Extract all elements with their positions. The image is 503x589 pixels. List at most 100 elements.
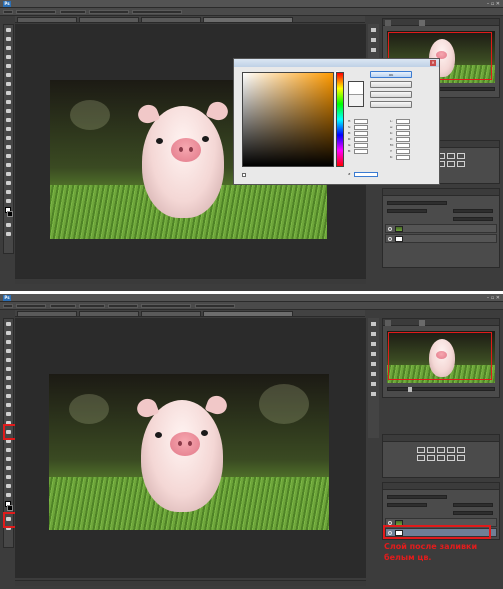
blur-tool-icon[interactable] — [4, 134, 13, 142]
character-icon[interactable] — [369, 360, 378, 368]
marquee-tool-icon[interactable] — [4, 329, 13, 337]
tool-preset-picker[interactable] — [3, 304, 13, 308]
color-libraries-button[interactable] — [370, 101, 412, 108]
hue-sat-icon[interactable] — [417, 455, 425, 461]
fill-field[interactable] — [453, 217, 493, 221]
color-field[interactable] — [242, 71, 340, 167]
info-icon[interactable] — [369, 340, 378, 348]
history-icon[interactable] — [369, 26, 378, 34]
exposure-icon[interactable] — [447, 153, 455, 159]
tab-histogram[interactable] — [385, 320, 391, 326]
eye-icon[interactable] — [388, 237, 392, 241]
stamp-tool-icon[interactable] — [4, 392, 13, 400]
vibrance-icon[interactable] — [457, 153, 465, 159]
ok-button[interactable]: OK — [370, 71, 412, 78]
zoom-tool-icon[interactable] — [4, 197, 13, 205]
tool-preset-picker[interactable] — [3, 10, 13, 14]
doc-tab[interactable] — [141, 17, 201, 23]
s-field[interactable] — [354, 125, 368, 130]
eyedropper-tool-icon[interactable] — [4, 365, 13, 373]
crop-tool-icon[interactable] — [4, 62, 13, 70]
blue-field[interactable] — [354, 149, 368, 154]
shape-tool-icon[interactable] — [4, 179, 13, 187]
window-controls[interactable]: – ▫ ✕ — [487, 1, 500, 7]
lasso-tool-icon[interactable] — [4, 44, 13, 52]
lasso-tool-icon[interactable] — [4, 338, 13, 346]
hue-slider[interactable] — [336, 72, 344, 167]
photo-filter-icon[interactable] — [447, 455, 455, 461]
clone-source-icon[interactable] — [369, 380, 378, 388]
sample-size-select[interactable] — [16, 10, 57, 14]
r-field[interactable] — [354, 137, 368, 142]
quick-mask-icon[interactable] — [4, 221, 13, 229]
hand-tool-icon[interactable] — [4, 482, 13, 490]
a-field[interactable] — [396, 125, 410, 130]
window-controls[interactable]: – ▫ ✕ — [487, 295, 500, 301]
doc-tab[interactable] — [17, 17, 77, 23]
tab-navigator[interactable] — [419, 20, 425, 26]
close-icon[interactable]: ✕ — [430, 60, 436, 66]
path-select-tool-icon[interactable] — [4, 464, 13, 472]
history-brush-tool-icon[interactable] — [4, 401, 13, 409]
add-to-swatches-button[interactable] — [370, 91, 412, 98]
brush-tool-icon[interactable] — [4, 383, 13, 391]
fill-field[interactable] — [453, 511, 493, 515]
healing-tool-icon[interactable] — [4, 374, 13, 382]
blend-mode-select[interactable] — [387, 209, 427, 213]
antialias-checkbox[interactable] — [141, 304, 192, 308]
dodge-tool-icon[interactable] — [4, 143, 13, 151]
screen-mode-icon[interactable] — [4, 230, 13, 238]
tab-histogram[interactable] — [385, 20, 391, 26]
doc-tab-active[interactable] — [203, 311, 293, 317]
doc-tab[interactable] — [17, 311, 77, 317]
h-field[interactable] — [354, 119, 368, 124]
history-icon[interactable] — [369, 320, 378, 328]
brush-tool-icon[interactable] — [4, 89, 13, 97]
notes-icon[interactable] — [369, 390, 378, 398]
eraser-tool-icon[interactable] — [4, 410, 13, 418]
type-tool-icon[interactable] — [4, 455, 13, 463]
actions-icon[interactable] — [369, 330, 378, 338]
bw-icon[interactable] — [437, 455, 445, 461]
curves-icon[interactable] — [437, 447, 445, 453]
crop-tool-icon[interactable] — [4, 356, 13, 364]
hand-tool-icon[interactable] — [4, 188, 13, 196]
brush-preset-icon[interactable] — [369, 350, 378, 358]
hex-field[interactable] — [354, 172, 378, 177]
brightness-icon[interactable] — [417, 447, 425, 453]
type-tool-icon[interactable] — [4, 161, 13, 169]
layer-filter[interactable] — [387, 201, 447, 205]
m-field[interactable] — [396, 143, 410, 148]
color-balance-icon[interactable] — [427, 455, 435, 461]
all-layers-checkbox[interactable] — [194, 304, 235, 308]
eyedropper-tool-icon[interactable] — [4, 71, 13, 79]
fill-source-select[interactable] — [16, 304, 47, 308]
exposure-icon[interactable] — [447, 447, 455, 453]
tab-navigator[interactable] — [419, 320, 425, 326]
l-field[interactable] — [396, 119, 410, 124]
doc-tab-active[interactable] — [203, 17, 293, 23]
paragraph-icon[interactable] — [369, 370, 378, 378]
pen-tool-icon[interactable] — [4, 446, 13, 454]
history-brush-tool-icon[interactable] — [4, 107, 13, 115]
info-icon[interactable] — [369, 46, 378, 54]
channel-mixer-icon[interactable] — [457, 161, 465, 167]
vibrance-icon[interactable] — [457, 447, 465, 453]
actions-icon[interactable] — [369, 36, 378, 44]
opacity-field[interactable] — [453, 503, 493, 507]
show-ring-checkbox[interactable] — [132, 10, 183, 14]
web-only-checkbox[interactable] — [242, 173, 248, 177]
sample-select[interactable] — [59, 10, 86, 14]
opacity-field[interactable] — [78, 304, 105, 308]
doc-tab[interactable] — [141, 311, 201, 317]
stamp-tool-icon[interactable] — [4, 98, 13, 106]
blend-mode-select[interactable] — [387, 503, 427, 507]
doc-tab[interactable] — [79, 311, 139, 317]
quick-select-tool-icon[interactable] — [4, 347, 13, 355]
k-field[interactable] — [396, 155, 410, 160]
zoom-slider[interactable] — [387, 387, 495, 392]
marquee-tool-icon[interactable] — [4, 35, 13, 43]
gradient-tool-icon[interactable] — [4, 125, 13, 133]
eraser-tool-icon[interactable] — [4, 116, 13, 124]
tolerance-field[interactable] — [108, 304, 139, 308]
